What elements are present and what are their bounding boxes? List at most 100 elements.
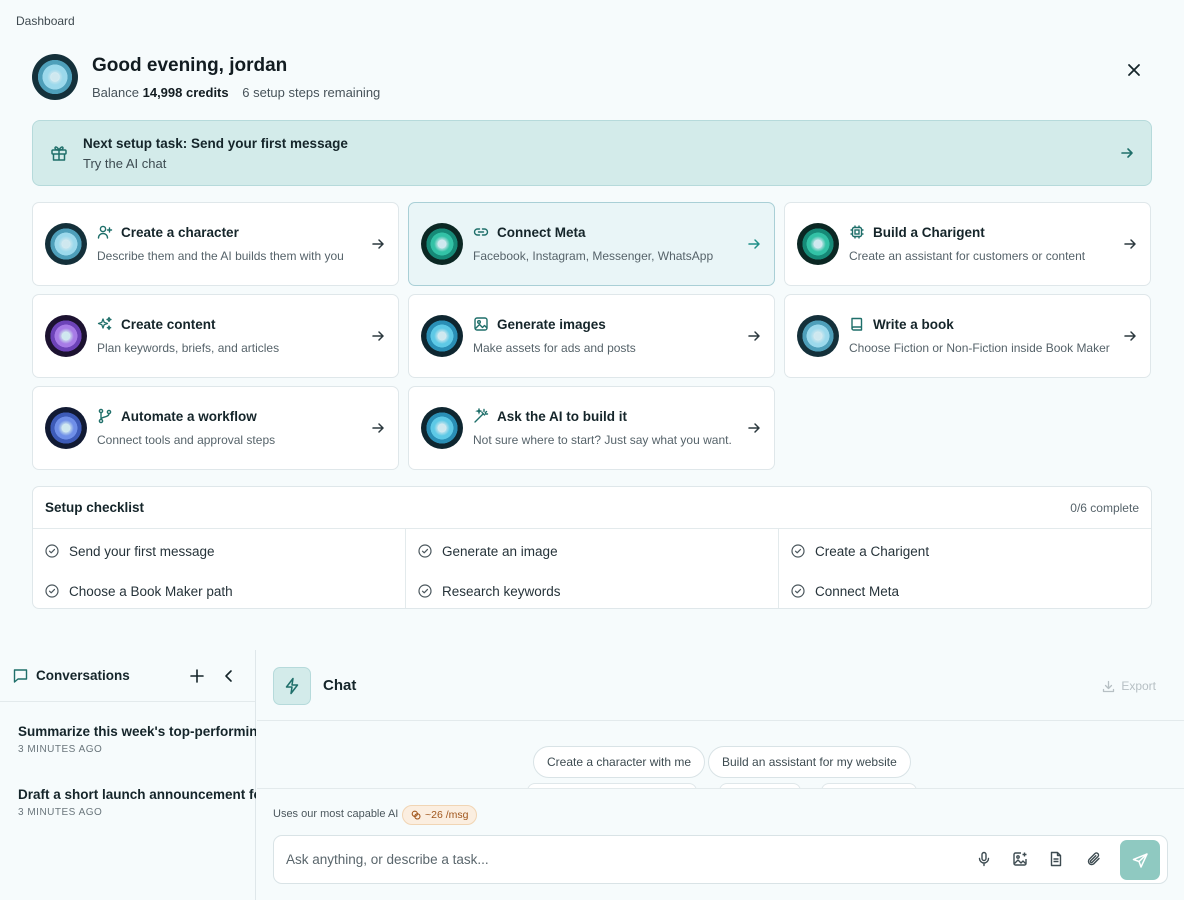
- card-desc: Facebook, Instagram, Messenger, WhatsApp: [473, 249, 714, 263]
- card-desc: Plan keywords, briefs, and articles: [97, 341, 280, 355]
- conversations-sidebar: Conversations Summarize this week's top-…: [0, 650, 256, 900]
- file-text-icon[interactable]: [1048, 851, 1064, 867]
- card-title: Create content: [121, 317, 216, 332]
- wand-icon: [474, 408, 489, 423]
- card-title: Build a Charigent: [873, 225, 985, 240]
- send-button[interactable]: [1120, 840, 1160, 880]
- chat-panel: Chat Export Create a character with me B…: [257, 650, 1184, 900]
- balance-label: Balance: [92, 84, 139, 100]
- card-desc: Choose Fiction or Non-Fiction inside Boo…: [849, 341, 1110, 355]
- card-create-character[interactable]: Create a character Describe them and the…: [32, 202, 399, 286]
- sidebar-title: Conversations: [36, 668, 130, 683]
- checklist-count: 0/6 complete: [1070, 500, 1139, 515]
- coins-icon: [411, 810, 421, 820]
- cost-value: ~26 /msg: [425, 809, 469, 821]
- card-title: Automate a workflow: [121, 409, 257, 424]
- steps-remaining: 6 setup steps remaining: [242, 84, 381, 100]
- conversation-item[interactable]: Summarize this week's top-performing 3 M…: [18, 724, 256, 755]
- checklist-item[interactable]: Generate an image: [418, 541, 778, 561]
- bolt-icon: [273, 667, 311, 705]
- arrow-right-icon: [1124, 239, 1136, 249]
- card-avatar: [45, 223, 87, 265]
- user-avatar: [32, 54, 78, 100]
- card-desc: Make assets for ads and posts: [473, 341, 636, 355]
- card-avatar: [45, 407, 87, 449]
- check-circle-icon: [45, 584, 59, 598]
- checklist-item-label: Connect Meta: [815, 583, 900, 599]
- card-avatar: [797, 315, 839, 357]
- checklist-item-label: Send your first message: [69, 543, 215, 559]
- card-title: Ask the AI to build it: [497, 409, 627, 424]
- send-icon: [1132, 852, 1148, 868]
- card-connect-meta[interactable]: Connect Meta Facebook, Instagram, Messen…: [408, 202, 775, 286]
- download-icon: [1103, 680, 1115, 692]
- link-icon: [473, 228, 489, 236]
- cost-badge: ~26 /msg: [402, 805, 478, 825]
- chevron-left-icon[interactable]: [221, 667, 237, 685]
- welcome-header: Good evening, jordan Balance 14,998 cred…: [32, 54, 380, 100]
- card-generate-images[interactable]: Generate images Make assets for ads and …: [408, 294, 775, 378]
- card-desc: Connect tools and approval steps: [97, 433, 276, 447]
- balance-value: 14,998 credits: [142, 84, 229, 100]
- checklist-item-label: Create a Charigent: [815, 543, 930, 559]
- branch-icon: [98, 408, 112, 424]
- suggestion-chip[interactable]: Create a character with me: [533, 746, 706, 778]
- next-task-banner[interactable]: Next setup task: Send your first message…: [32, 120, 1152, 186]
- arrow-right-icon[interactable]: [1119, 145, 1135, 161]
- card-title: Write a book: [873, 317, 954, 332]
- export-label: Export: [1121, 679, 1156, 693]
- close-icon[interactable]: [1124, 60, 1144, 80]
- arrow-right-icon: [372, 423, 384, 433]
- card-avatar: [797, 223, 839, 265]
- user-plus-icon: [97, 225, 113, 239]
- greeting: Good evening, jordan: [92, 54, 288, 76]
- model-note: Uses our most capable AI: [273, 808, 399, 820]
- card-desc: Create an assistant for customers or con…: [849, 249, 1086, 263]
- card-avatar: [45, 315, 87, 357]
- checklist-item[interactable]: Research keywords: [418, 581, 778, 601]
- conversation-item[interactable]: Draft a short launch announcement fo 3 M…: [18, 787, 256, 818]
- arrow-right-icon: [372, 239, 384, 249]
- chat-title: Chat: [323, 677, 357, 694]
- chip-icon: [850, 225, 864, 239]
- breadcrumb: Dashboard: [16, 14, 75, 28]
- balance-line: Balance 14,998 credits 6 setup steps rem…: [92, 85, 380, 100]
- microphone-icon[interactable]: [976, 851, 992, 867]
- checklist-item-label: Generate an image: [442, 543, 558, 559]
- chat-input[interactable]: [286, 836, 966, 883]
- checklist-item[interactable]: Choose a Book Maker path: [45, 581, 405, 601]
- arrow-right-icon: [1124, 331, 1136, 341]
- check-circle-icon: [418, 544, 432, 558]
- card-automate-workflow[interactable]: Automate a workflow Connect tools and ap…: [32, 386, 399, 470]
- export-button[interactable]: Export: [1102, 679, 1156, 693]
- banner-subtitle: Try the AI chat: [83, 155, 167, 171]
- conversation-title: Summarize this week's top-performing: [18, 724, 256, 739]
- conversation-title: Draft a short launch announcement fo: [18, 787, 256, 802]
- card-build-charigent[interactable]: Build a Charigent Create an assistant fo…: [784, 202, 1151, 286]
- card-title: Create a character: [121, 225, 239, 240]
- check-circle-icon: [418, 584, 432, 598]
- checklist-item-label: Research keywords: [442, 583, 561, 599]
- suggestion-chip[interactable]: Build an assistant for my website: [708, 746, 911, 778]
- plus-icon[interactable]: [188, 667, 206, 685]
- card-write-book[interactable]: Write a book Choose Fiction or Non-Ficti…: [784, 294, 1151, 378]
- paperclip-icon[interactable]: [1086, 851, 1102, 867]
- card-avatar: [421, 407, 463, 449]
- arrow-right-icon: [748, 331, 760, 341]
- checklist-title: Setup checklist: [45, 500, 145, 515]
- card-title: Connect Meta: [497, 225, 586, 240]
- image-icon: [474, 317, 488, 331]
- checklist-item[interactable]: Send your first message: [45, 541, 405, 561]
- arrow-right-icon: [748, 423, 760, 433]
- card-avatar: [421, 315, 463, 357]
- arrow-right-icon: [372, 331, 384, 341]
- composer: Uses our most capable AI ~26 /msg: [257, 788, 1184, 900]
- sparkles-icon: [97, 316, 112, 331]
- message-square-icon: [13, 669, 28, 683]
- card-ask-ai[interactable]: Ask the AI to build it Not sure where to…: [408, 386, 775, 470]
- card-desc: Not sure where to start? Just say what y…: [473, 433, 732, 447]
- checklist-item[interactable]: Connect Meta: [791, 581, 1151, 601]
- checklist-item[interactable]: Create a Charigent: [791, 541, 1151, 561]
- card-create-content[interactable]: Create content Plan keywords, briefs, an…: [32, 294, 399, 378]
- image-plus-icon[interactable]: [1012, 851, 1028, 867]
